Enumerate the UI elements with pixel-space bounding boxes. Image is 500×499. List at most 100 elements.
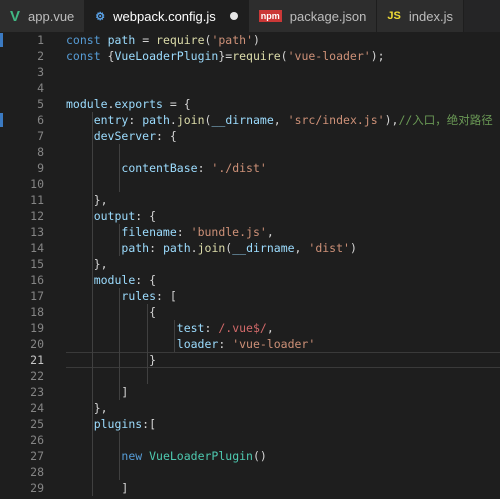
code-line[interactable]: 20 loader: 'vue-loader' xyxy=(0,336,500,352)
code-text: filename: 'bundle.js', xyxy=(66,224,274,240)
settings-icon: ⚙ xyxy=(95,10,106,23)
code-token: () xyxy=(252,449,267,463)
code-line[interactable]: 5 module.exports = { xyxy=(0,96,500,112)
code-line[interactable]: 29 ] xyxy=(0,480,500,496)
code-line[interactable]: 3 xyxy=(0,64,500,80)
tab-webpack-config-js[interactable]: ⚙ webpack.config.js xyxy=(85,0,249,32)
line-number: 29 xyxy=(30,481,44,495)
line-number: 17 xyxy=(30,289,44,303)
code-line[interactable]: 28 xyxy=(0,464,500,480)
code-text: devServer: { xyxy=(66,128,177,144)
code-token: VueLoaderPlugin xyxy=(149,449,253,463)
code-text: plugins:[ xyxy=(66,416,156,432)
code-token: const xyxy=(66,33,101,47)
code-line[interactable]: 26 xyxy=(0,432,500,448)
line-number: 26 xyxy=(30,433,44,447)
code-line[interactable]: 16 module: { xyxy=(0,272,500,288)
code-text: loader: 'vue-loader' xyxy=(66,336,316,352)
line-number: 8 xyxy=(37,145,44,159)
code-line[interactable]: 11 }, xyxy=(0,192,500,208)
code-token: require xyxy=(156,33,205,47)
code-line[interactable]: 27 new VueLoaderPlugin() xyxy=(0,448,500,464)
line-number: 3 xyxy=(37,65,44,79)
code-text: }, xyxy=(66,256,108,272)
code-line[interactable]: 1 const path = require('path') xyxy=(0,32,500,48)
line-number: 28 xyxy=(30,465,44,479)
code-text: const path = require('path') xyxy=(66,32,260,48)
code-token: }, xyxy=(66,401,108,415)
code-token: : [ xyxy=(156,289,177,303)
code-token: /.vue$/ xyxy=(218,321,267,335)
code-token: } xyxy=(66,353,157,367)
code-line[interactable]: 14 path: path.join(__dirname, 'dist') xyxy=(0,240,500,256)
code-token: const xyxy=(66,49,101,63)
code-line[interactable]: 25 plugins:[ xyxy=(0,416,500,432)
code-token: ( xyxy=(280,49,288,63)
code-line[interactable]: 22 xyxy=(0,368,500,384)
tab-index-js[interactable]: JS index.js xyxy=(377,0,464,32)
code-line[interactable]: 4 xyxy=(0,80,500,96)
tab-package-json[interactable]: npm package.json xyxy=(248,0,378,32)
code-text: entry: path.join(__dirname, 'src/index.j… xyxy=(66,112,493,128)
code-editor[interactable]: 1 const path = require('path') 2 const { Vue… xyxy=(0,32,500,499)
code-token: new xyxy=(121,449,143,463)
code-text: test: /.vue$/, xyxy=(66,320,274,336)
code-text: module.exports = { xyxy=(66,96,191,112)
code-line[interactable]: 12 output: { xyxy=(0,208,500,224)
code-text: } xyxy=(66,352,156,368)
code-token: : xyxy=(218,337,233,351)
code-token: = xyxy=(135,33,157,47)
code-line[interactable]: 21 } xyxy=(0,352,500,368)
line-number: 2 xyxy=(37,49,44,63)
code-text: ] xyxy=(66,480,128,496)
code-token: entry xyxy=(93,113,129,127)
code-token: : xyxy=(149,241,163,255)
vue-icon: V xyxy=(10,7,21,25)
code-token: rules xyxy=(121,289,157,303)
line-number: 13 xyxy=(30,225,44,239)
code-token: join xyxy=(176,113,205,127)
code-token: : { xyxy=(156,129,177,143)
line-number: 22 xyxy=(30,369,44,383)
code-line[interactable]: 8 xyxy=(0,144,500,160)
code-token: . xyxy=(169,113,177,127)
code-text: new VueLoaderPlugin() xyxy=(66,448,267,464)
code-token: }, xyxy=(66,193,108,207)
code-line[interactable]: 23 ] xyxy=(0,384,500,400)
code-line[interactable]: 10 xyxy=(0,176,500,192)
code-token: ) xyxy=(253,33,260,47)
unsaved-dot-icon[interactable] xyxy=(229,12,238,20)
code-token: exports xyxy=(114,97,163,111)
code-token: __dirname xyxy=(211,113,274,127)
code-token: filename xyxy=(121,225,177,239)
code-line[interactable]: 19 test: /.vue$/, xyxy=(0,320,500,336)
code-token: , xyxy=(266,225,274,239)
line-number: 14 xyxy=(30,241,44,255)
code-token: , xyxy=(266,321,274,335)
code-token: path xyxy=(107,33,136,47)
code-token: 'dist' xyxy=(308,241,350,255)
code-line[interactable]: 17 rules: [ xyxy=(0,288,500,304)
code-text: }, xyxy=(66,192,108,208)
code-line[interactable]: 15 }, xyxy=(0,256,500,272)
line-number: 25 xyxy=(30,417,44,431)
code-line[interactable]: 13 filename: 'bundle.js', xyxy=(0,224,500,240)
code-line[interactable]: 24 }, xyxy=(0,400,500,416)
code-line[interactable]: 6 entry: path.join(__dirname, 'src/index… xyxy=(0,112,500,128)
code-line[interactable]: 2 const {VueLoaderPlugin}=require('vue-lo… xyxy=(0,48,500,64)
tab-label: index.js xyxy=(408,8,453,24)
code-line[interactable]: 7 devServer: { xyxy=(0,128,500,144)
code-line[interactable]: 18 { xyxy=(0,304,500,320)
code-token: : { xyxy=(135,273,157,287)
code-token: . xyxy=(190,241,198,255)
code-text: path: path.join(__dirname, 'dist') xyxy=(66,240,357,256)
code-line[interactable]: 9 contentBase: './dist' xyxy=(0,160,500,176)
tab-app-vue[interactable]: Vapp.vue xyxy=(0,0,86,32)
code-token: { xyxy=(66,305,157,319)
line-number: 12 xyxy=(30,209,44,223)
code-token: path xyxy=(162,241,191,255)
